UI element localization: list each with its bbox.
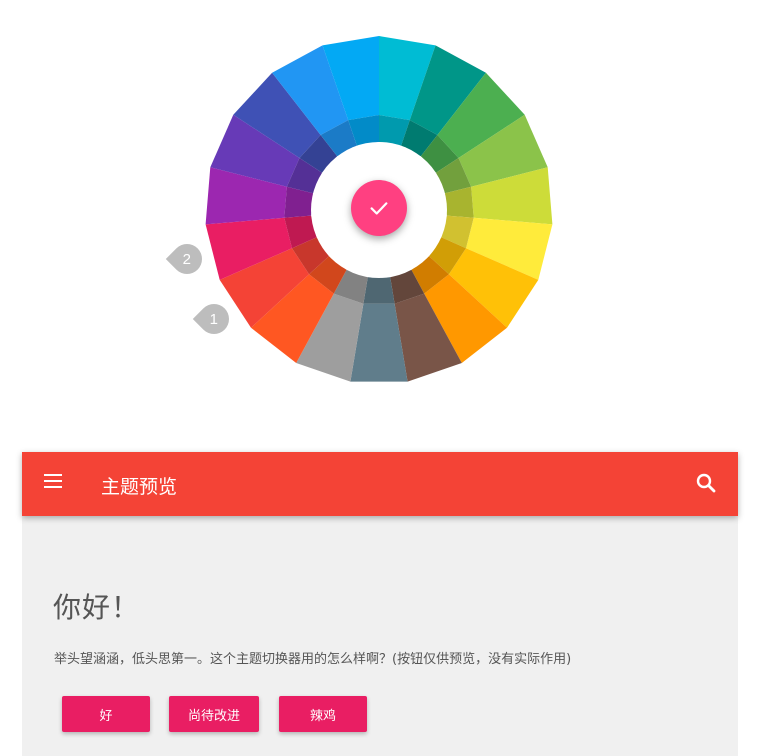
marker-label: 2 <box>182 250 192 268</box>
search-icon[interactable] <box>694 471 718 495</box>
theme-preview-panel: 主题预览 你好！ 举头望涵涵，低头思第一。这个主题切换器用的怎么样啊？(按钮仅供… <box>22 452 738 756</box>
good-button[interactable]: 好 <box>62 696 150 732</box>
confirm-theme-button[interactable] <box>351 180 407 236</box>
body-text: 举头望涵涵，低头思第一。这个主题切换器用的怎么样啊？(按钮仅供预览，没有实际作用… <box>54 652 572 667</box>
greeting-heading: 你好！ <box>53 591 141 624</box>
bad-button[interactable]: 辣鸡 <box>279 696 367 732</box>
marker-label: 1 <box>209 310 219 328</box>
theme-color-wheel: 2 1 <box>0 0 758 400</box>
app-bar-title: 主题预览 <box>101 476 178 498</box>
color-swatch-inner[interactable] <box>363 277 395 304</box>
menu-icon[interactable] <box>44 474 64 494</box>
needs-improvement-button[interactable]: 尚待改进 <box>169 696 259 732</box>
app-bar: 主题预览 <box>22 452 738 516</box>
check-icon <box>370 202 388 215</box>
